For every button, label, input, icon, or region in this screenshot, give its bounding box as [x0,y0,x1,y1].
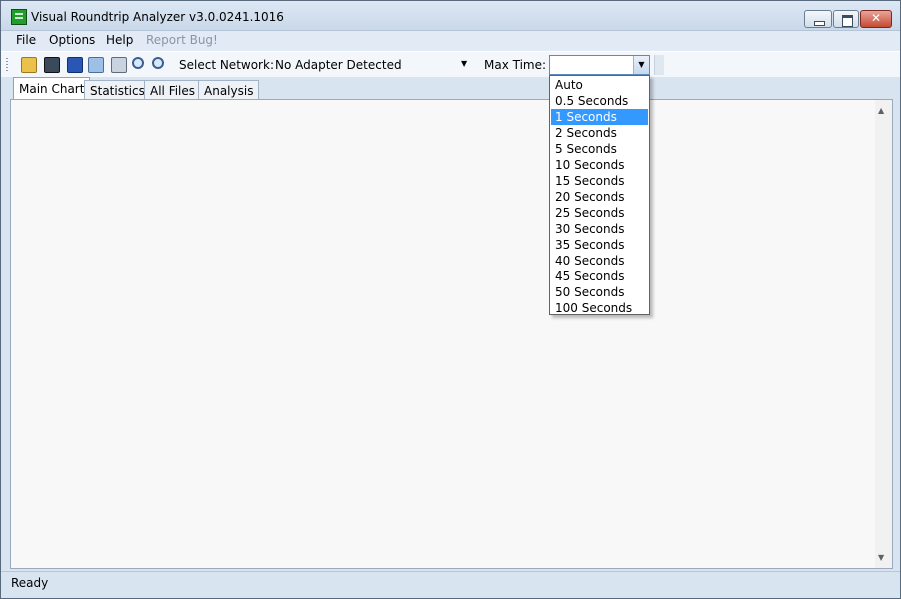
dropdown-option[interactable]: 100 Seconds [551,300,648,316]
close-button[interactable] [860,10,892,28]
menu-report-bug: Report Bug! [146,33,218,47]
status-bar: Ready [1,571,900,598]
dropdown-option[interactable]: 2 Seconds [551,125,648,141]
max-time-label: Max Time: [484,58,547,72]
open-folder-icon[interactable] [21,57,37,73]
zoom-out-icon[interactable] [152,57,164,69]
network-label: Select Network: [179,58,274,72]
dropdown-option-selected[interactable]: 1 Seconds [551,109,648,125]
chevron-down-icon[interactable]: ▼ [461,59,467,68]
capture-icon[interactable] [44,57,60,73]
tab-strip: Main Chart Statistics All Files Analysis [1,77,900,100]
dropdown-option[interactable]: 40 Seconds [551,253,648,269]
tab-analysis[interactable]: Analysis [198,80,260,100]
tab-main-chart[interactable]: Main Chart [13,77,91,100]
menu-options[interactable]: Options [49,33,95,47]
dropdown-option[interactable]: 25 Seconds [551,205,648,221]
max-time-dropdown-list[interactable]: Auto 0.5 Seconds 1 Seconds 2 Seconds 5 S… [549,75,650,315]
tab-all-files[interactable]: All Files [144,80,202,100]
network-select[interactable]: No Adapter Detected ▼ [271,55,473,75]
dropdown-arrow-icon[interactable]: ▼ [633,56,649,74]
dropdown-option[interactable]: 5 Seconds [551,141,648,157]
scroll-up-icon[interactable]: ▲ [878,106,884,115]
main-chart-panel[interactable]: ▲ ▼ [10,99,893,569]
menu-file[interactable]: File [16,33,36,47]
dropdown-option[interactable]: 10 Seconds [551,157,648,173]
dropdown-option[interactable]: 15 Seconds [551,173,648,189]
window-title: Visual Roundtrip Analyzer v3.0.0241.1016 [31,10,284,24]
dropdown-option[interactable]: 35 Seconds [551,237,648,253]
app-icon [11,9,27,25]
title-bar[interactable]: Visual Roundtrip Analyzer v3.0.0241.1016 [1,1,900,31]
scroll-down-icon[interactable]: ▼ [878,553,884,562]
tab-statistics[interactable]: Statistics [84,80,151,100]
status-text: Ready [11,576,49,590]
print-icon[interactable] [111,57,127,73]
dropdown-option[interactable]: 30 Seconds [551,221,648,237]
toolbar-overflow-icon[interactable] [654,55,664,75]
copy-icon[interactable] [88,57,104,73]
toolbar: Select Network: No Adapter Detected ▼ Ma… [1,51,900,77]
network-value: No Adapter Detected [275,58,402,72]
app-window: Visual Roundtrip Analyzer v3.0.0241.1016… [0,0,901,599]
minimize-button[interactable] [804,10,832,28]
dropdown-option[interactable]: 45 Seconds [551,268,648,284]
vertical-scrollbar[interactable]: ▲ ▼ [875,100,892,568]
dropdown-option[interactable]: 0.5 Seconds [551,93,648,109]
toolbar-grip-icon[interactable] [6,58,8,72]
dropdown-option[interactable]: 20 Seconds [551,189,648,205]
menu-bar: File Options Help Report Bug! [1,31,900,51]
menu-help[interactable]: Help [106,33,133,47]
zoom-in-icon[interactable] [132,57,144,69]
save-icon[interactable] [67,57,83,73]
max-time-combobox[interactable]: ▼ [549,55,650,75]
maximize-button[interactable] [833,10,859,28]
dropdown-option[interactable]: Auto [551,77,648,93]
dropdown-option[interactable]: 50 Seconds [551,284,648,300]
